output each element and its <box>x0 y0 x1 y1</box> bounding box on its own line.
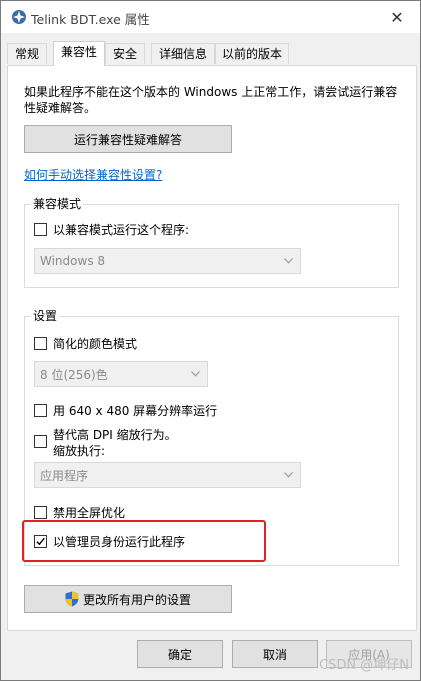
dpi-scaling-value: 应用程序 <box>40 468 89 483</box>
chevron-down-icon <box>284 258 293 264</box>
compat-mode-checkbox[interactable] <box>34 223 47 236</box>
reduced-color-row[interactable]: 简化的颜色模式 <box>34 336 137 352</box>
compat-mode-label: 兼容模式 <box>31 197 84 211</box>
uac-shield-icon <box>65 591 79 607</box>
tab-security[interactable]: 安全 <box>105 43 145 64</box>
dpi-override-row[interactable]: 替代高 DPI 缩放行为。 缩放执行: <box>34 427 177 459</box>
dpi-scaling-select[interactable]: 应用程序 <box>34 462 301 488</box>
compat-description: 如果此程序不能在这个版本的 Windows 上正常工作，请尝试运行兼容性疑难解答… <box>24 85 398 115</box>
change-all-users-label: 更改所有用户的设置 <box>82 592 191 607</box>
close-icon: ✕ <box>390 7 404 27</box>
tab-general[interactable]: 常规 <box>7 43 47 64</box>
disable-fullscreen-checkbox[interactable] <box>34 506 47 519</box>
compat-mode-checkbox-row[interactable]: 以兼容模式运行这个程序: <box>34 222 189 238</box>
troubleshoot-button[interactable]: 运行兼容性疑难解答 <box>24 125 232 153</box>
reduced-color-label: 简化的颜色模式 <box>53 337 138 351</box>
dpi-override-checkbox[interactable] <box>34 435 47 448</box>
tab-compatibility[interactable]: 兼容性 <box>53 41 105 66</box>
color-mode-value: 8 位(256)色 <box>40 367 108 382</box>
compatibility-panel: 如果此程序不能在这个版本的 Windows 上正常工作，请尝试运行兼容性疑难解答… <box>7 65 417 631</box>
highlight-annotation <box>22 520 266 562</box>
tab-details[interactable]: 详细信息 <box>151 43 215 64</box>
dpi-override-label: 替代高 DPI 缩放行为。 缩放执行: <box>53 427 177 459</box>
ok-button[interactable]: 确定 <box>137 640 223 668</box>
title-bar[interactable]: Telink BDT.exe 属性 ✕ <box>1 1 420 33</box>
manual-settings-link[interactable]: 如何手动选择兼容性设置? <box>24 166 162 183</box>
settings-label: 设置 <box>31 309 60 323</box>
compat-mode-checkbox-label: 以兼容模式运行这个程序: <box>53 223 190 237</box>
res-640-label: 用 640 x 480 屏幕分辨率运行 <box>53 404 218 418</box>
close-button[interactable]: ✕ <box>374 1 420 33</box>
compat-os-value: Windows 8 <box>40 254 106 268</box>
color-mode-select[interactable]: 8 位(256)色 <box>34 361 208 387</box>
cancel-button[interactable]: 取消 <box>232 640 318 668</box>
disable-fullscreen-label: 禁用全屏优化 <box>53 506 126 520</box>
chevron-down-icon <box>191 371 200 377</box>
dpi-override-line2: 缩放执行: <box>53 444 106 458</box>
change-all-users-button[interactable]: 更改所有用户的设置 <box>24 585 232 613</box>
tab-previous-versions[interactable]: 以前的版本 <box>215 43 289 64</box>
res-640-row[interactable]: 用 640 x 480 屏幕分辨率运行 <box>34 403 217 419</box>
chevron-down-icon <box>284 472 293 478</box>
csdn-watermark: CSDN @坤仔N <box>319 658 409 673</box>
disable-fullscreen-row[interactable]: 禁用全屏优化 <box>34 505 125 521</box>
res-640-checkbox[interactable] <box>34 404 47 417</box>
compat-mode-group: 兼容模式 以兼容模式运行这个程序: Windows 8 <box>24 197 399 288</box>
compat-os-select[interactable]: Windows 8 <box>34 248 301 274</box>
reduced-color-checkbox[interactable] <box>34 337 47 350</box>
window-title: Telink BDT.exe 属性 <box>31 12 150 27</box>
properties-window: Telink BDT.exe 属性 ✕ 常规 兼容性 安全 详细信息 以前的版本… <box>0 0 421 681</box>
app-icon <box>11 9 27 25</box>
dpi-override-line1: 替代高 DPI 缩放行为。 <box>53 428 177 442</box>
